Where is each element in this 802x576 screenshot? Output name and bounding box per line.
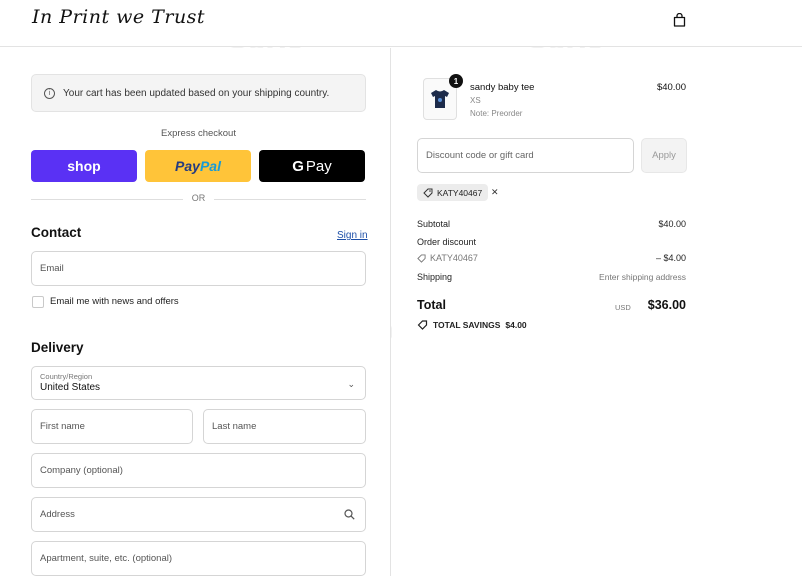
apply-discount-button[interactable]: Apply [641, 138, 687, 173]
product-variant: XS [470, 96, 481, 105]
info-icon: i [44, 87, 55, 99]
chevron-down-icon: ⌄ [347, 379, 355, 389]
last-name-field[interactable]: Last name [203, 409, 366, 444]
country-select[interactable]: Country/Region United States ⌄ [31, 366, 366, 400]
checkout-header: In Print we Trust [0, 0, 802, 47]
shop-pay-button[interactable]: shop [31, 150, 137, 182]
order-discount-label: Order discount [417, 237, 477, 247]
shipping-value: Enter shipping address [599, 272, 686, 282]
address-field[interactable]: Address [31, 497, 366, 532]
newsletter-label: Email me with news and offers [50, 296, 179, 307]
remove-discount-icon[interactable]: ✕ [491, 187, 499, 198]
newsletter-checkbox[interactable] [32, 296, 44, 308]
product-price: $40.00 [656, 82, 686, 93]
country-label: Country/Region [40, 372, 93, 381]
contact-title: Contact [31, 225, 82, 240]
quantity-badge: 1 [449, 74, 463, 88]
search-icon [344, 509, 355, 520]
discount-code-line: KATY40467 [417, 253, 478, 263]
discount-value: – $4.00 [655, 253, 686, 263]
shipping-label: Shipping [417, 272, 453, 282]
product-name: sandy baby tee [470, 82, 535, 93]
country-value: United States [40, 382, 101, 393]
delivery-title: Delivery [31, 340, 84, 355]
tag-icon [417, 253, 426, 263]
total-label: Total [417, 298, 446, 312]
apartment-field[interactable]: Apartment, suite, etc. (optional) [31, 541, 366, 576]
subtotal-value: $40.00 [658, 219, 686, 229]
tag-icon [423, 188, 433, 198]
paypal-button[interactable]: Pay Pal [145, 150, 251, 182]
sign-in-link[interactable]: Sign in [337, 230, 368, 241]
tag-icon [417, 320, 428, 330]
notice-text: Your cart has been updated based on your… [63, 87, 330, 99]
tshirt-icon [431, 90, 449, 108]
first-name-field[interactable]: First name [31, 409, 193, 444]
order-summary: 1 sandy baby tee XS Note: Preorder $40.0… [392, 48, 802, 576]
total-value: $36.00 [647, 298, 686, 312]
product-note: Note: Preorder [470, 109, 523, 118]
store-logo[interactable]: In Print we Trust [32, 6, 205, 28]
cart-updated-notice: i Your cart has been updated based on yo… [31, 74, 366, 112]
checkout-form: i Your cart has been updated based on yo… [0, 48, 391, 576]
subtotal-label: Subtotal [417, 219, 451, 229]
google-pay-button[interactable]: G Pay [259, 150, 365, 182]
total-savings: TOTAL SAVINGS $4.00 [417, 320, 527, 330]
google-g-icon: G [292, 157, 304, 175]
discount-code-input[interactable]: Discount code or gift card [417, 138, 634, 173]
total-currency: USD [615, 303, 631, 312]
or-divider: OR [31, 193, 366, 205]
applied-discount-chip: KATY40467 [417, 184, 489, 201]
express-checkout-label: Express checkout [161, 128, 236, 139]
company-field[interactable]: Company (optional) [31, 453, 366, 488]
email-field[interactable]: Email [31, 251, 366, 286]
shopping-bag-icon[interactable] [673, 13, 686, 27]
